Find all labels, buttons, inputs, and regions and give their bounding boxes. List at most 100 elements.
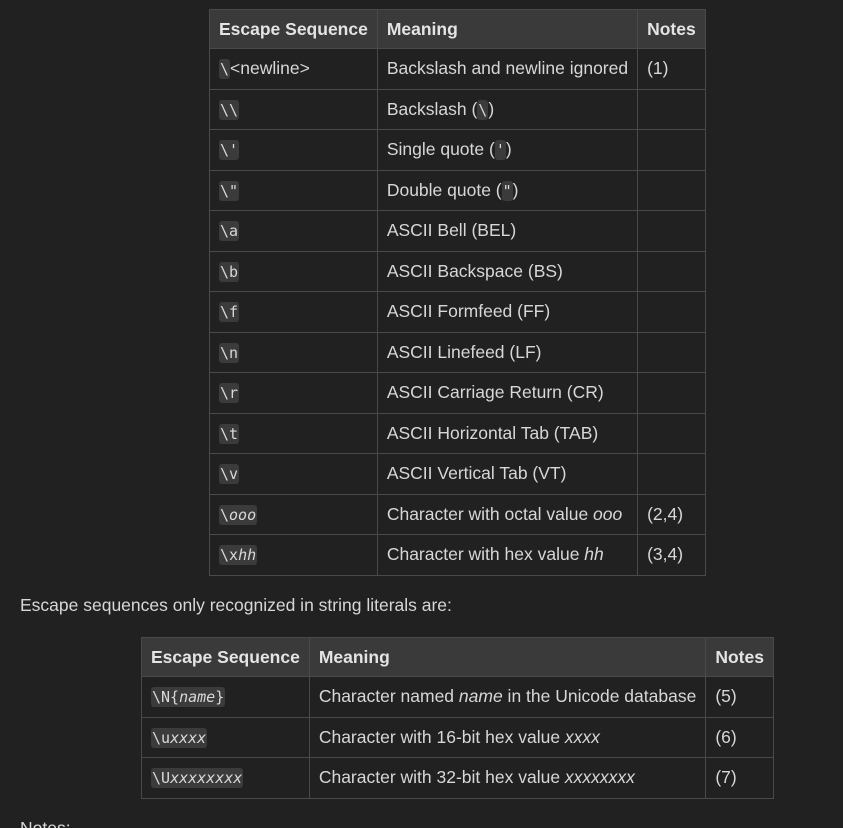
escape-sequence-code: \b [219,261,240,282]
meaning-text: Backslash ( [386,98,478,119]
meaning-cell: Backslash (\) [376,88,639,130]
notes-cell [637,169,706,211]
meaning-text: Character with octal value [386,503,594,524]
string-literal-paragraph: Escape sequences only recognized in stri… [20,595,452,615]
meaning-code: \ [477,99,489,120]
table-body: \<newline> Backslash and newline ignored(… [209,48,706,576]
escape-code-text: \f [220,303,239,322]
notes-heading: Notes: [20,818,71,828]
meaning-text: Single quote ( [386,139,495,160]
notes-cell [637,250,706,292]
escape-sequence-code: \N{name} [151,687,226,708]
meaning-cell: ASCII Carriage Return (CR) [376,372,639,414]
escape-code-text: \N{ [152,688,180,707]
escape-sequence-cell: \a [209,210,378,252]
table-header-row: Escape Sequence Meaning Notes [209,9,706,49]
escape-code-text-post: } [215,688,225,707]
meaning-text: ASCII Linefeed (LF) [386,341,542,362]
meaning-cell: Double quote (") [376,169,639,211]
table-row: \Uxxxxxxxx Character with 32-bit hex valu… [141,757,774,799]
escape-sequence-code: \\ [219,99,240,120]
table-row: \<newline> Backslash and newline ignored (… [209,48,706,90]
escape-placeholder: xxxx [170,728,207,747]
meaning-cell: Character with octal value ooo [376,493,639,535]
escape-placeholder: xxxxxxxx [170,769,243,788]
header-notes: Notes [705,637,774,677]
escape-sequence-code: \uxxxx [151,727,208,748]
meaning-placeholder: name [458,686,503,707]
escape-code-text: \n [220,343,239,362]
escape-sequence-code: \ [219,59,231,80]
escape-code-text: \r [220,384,239,403]
meaning-cell: Backslash and newline ignored [376,48,639,90]
meaning-placeholder: ooo [593,503,623,524]
notes-cell [637,210,706,252]
escape-sequence-code: \r [219,383,240,404]
table-row: \N{name} Character named name in the Unic… [141,676,774,718]
header-escape-sequence: Escape Sequence [209,9,378,49]
header-notes: Notes [637,9,706,49]
meaning-cell: Character with 16-bit hex value xxxx [308,716,707,758]
table-row: \v ASCII Vertical Tab (VT) [209,453,706,495]
meaning-text: Character with hex value [386,544,585,565]
meaning-text: Backslash and newline ignored [386,58,629,79]
meaning-text: Character with 16-bit hex value [318,726,565,747]
escape-sequence-cell: \t [209,412,378,454]
meaning-placeholder: xxxxxxxx [564,767,635,788]
meaning-text-post: ) [505,139,512,160]
table-row: \' Single quote (') [209,129,706,171]
escape-sequence-cell: \" [209,169,378,211]
escape-placeholder: name [179,688,216,707]
meaning-cell: ASCII Horizontal Tab (TAB) [376,412,639,454]
table-header-row: Escape Sequence Meaning Notes [141,637,774,677]
escape-sequence-code: \t [219,423,240,444]
meaning-text: Character named [318,686,459,707]
notes-cell [637,331,706,373]
escape-code-text: \ [220,60,230,79]
table-row: \ooo Character with octal value ooo (2,4) [209,493,706,535]
header-meaning: Meaning [376,9,639,49]
meaning-cell: ASCII Linefeed (LF) [376,331,639,373]
notes-cell: (1) [637,48,706,90]
escape-sequence-cell: \Uxxxxxxxx [141,757,310,799]
meaning-text: Double quote ( [386,179,502,200]
table-row: \uxxxx Character with 16-bit hex value xx… [141,716,774,758]
table-row: \n ASCII Linefeed (LF) [209,331,706,373]
escape-sequence-cell: \' [209,129,378,171]
meaning-text: ASCII Backspace (BS) [386,260,563,281]
escape-placeholder: hh [238,546,257,565]
table-row: \a ASCII Bell (BEL) [209,210,706,252]
table-row: \xhh Character with hex value hh (3,4) [209,534,706,576]
escape-sequence-cell: \n [209,331,378,373]
meaning-text: ASCII Vertical Tab (VT) [386,463,567,484]
escape-code-text: \b [220,262,239,281]
notes-cell [637,129,706,171]
header-meaning: Meaning [308,637,707,677]
table-row: \" Double quote (") [209,169,706,211]
table-row: \\ Backslash (\) [209,88,706,130]
escape-code-text: \' [220,141,239,160]
meaning-text-post: ) [488,98,495,119]
escape-code-text: \x [220,546,239,565]
escape-sequence-code: \Uxxxxxxxx [151,768,244,789]
escape-sequence-code: \a [219,221,240,242]
escape-code-text: \v [220,465,239,484]
escape-sequence-code: \v [219,464,240,485]
escape-code-text: \t [220,424,239,443]
escape-sequence-cell: \b [209,250,378,292]
escape-sequence-code: \xhh [219,545,258,566]
meaning-code: " [501,180,513,201]
escape-sequence-code: \f [219,302,240,323]
table-row: \t ASCII Horizontal Tab (TAB) [209,412,706,454]
meaning-cell: Character named name in the Unicode data… [308,676,707,718]
notes-cell [637,291,706,333]
escape-code-text: \" [220,181,239,200]
meaning-cell: Character with hex value hh [376,534,639,576]
escape-code-text: \ [220,505,230,524]
escape-code-text: \\ [220,100,239,119]
meaning-cell: Single quote (') [376,129,639,171]
table-row: \b ASCII Backspace (BS) [209,250,706,292]
notes-cell: (7) [705,757,774,799]
meaning-text: ASCII Bell (BEL) [386,220,517,241]
escape-sequence-code: \ooo [219,504,258,525]
